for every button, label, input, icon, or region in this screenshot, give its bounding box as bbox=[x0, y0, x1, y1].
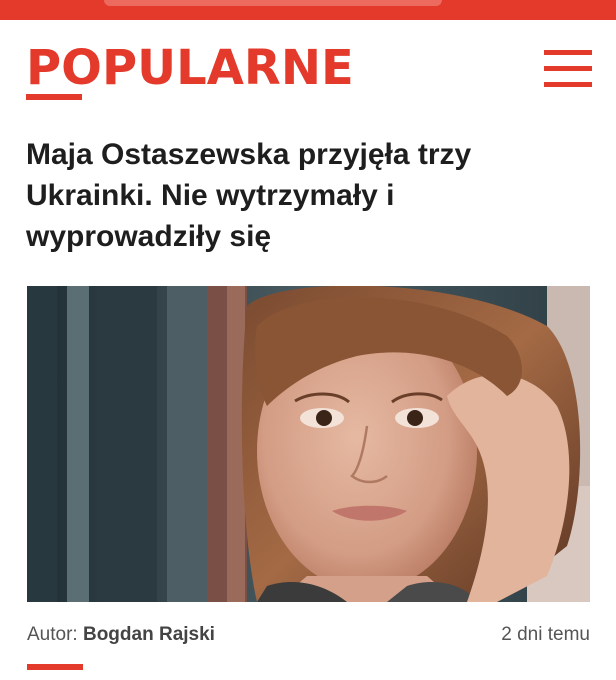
article-photo[interactable] bbox=[27, 286, 590, 602]
publish-time: 2 dni temu bbox=[501, 624, 590, 645]
menu-bar-line bbox=[544, 66, 592, 71]
article-byline: Autor: Bogdan Rajski bbox=[27, 624, 215, 646]
article-page: POPULARNE Maja Ostaszewska przyjęła trzy… bbox=[0, 0, 616, 680]
logo-text: POPULARNE bbox=[26, 40, 354, 96]
portrait-image bbox=[27, 286, 590, 602]
author-name[interactable]: Bogdan Rajski bbox=[83, 624, 215, 645]
logo-underline bbox=[26, 94, 82, 100]
menu-bar-line bbox=[544, 50, 592, 55]
section-divider bbox=[27, 664, 83, 670]
menu-bar-line bbox=[544, 82, 592, 87]
article-headline[interactable]: Maja Ostaszewska przyjęła trzy Ukrainki.… bbox=[26, 134, 586, 257]
address-bar[interactable] bbox=[104, 0, 442, 6]
site-logo[interactable]: POPULARNE bbox=[26, 40, 354, 106]
browser-top-bar bbox=[0, 0, 616, 20]
hamburger-menu-icon[interactable] bbox=[544, 50, 592, 90]
author-label: Autor: bbox=[27, 624, 78, 645]
